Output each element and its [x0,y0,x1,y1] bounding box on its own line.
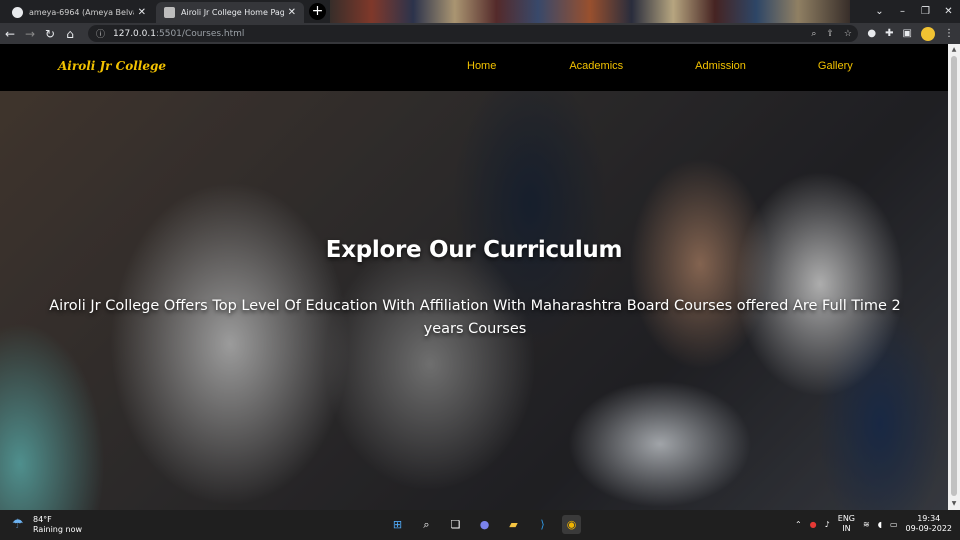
menu-icon[interactable]: ⋮ [944,28,954,39]
vscode-icon[interactable]: ⟩ [533,515,552,534]
profile-avatar[interactable] [921,26,935,41]
nav-link-gallery[interactable]: Gallery [818,60,853,72]
region-code: IN [842,524,851,533]
site-navbar: Airoli Jr College Home Academics Admissi… [0,44,948,91]
forward-icon[interactable]: → [20,24,40,44]
browser-tab-strip: ameya-6964 (Ameya Belvalkar) ✕ Airoli Jr… [0,0,960,23]
omnibox-actions: ⌕ ⇪ ☆ [811,25,852,42]
restore-icon[interactable]: ❐ [914,0,937,23]
url-path: :5501/Courses.html [155,28,245,39]
window-controls: ⌄ – ❐ ✕ [868,0,960,23]
url-host: 127.0.0.1 [113,28,156,39]
windows-start-icon[interactable]: ⊞ [388,515,407,534]
puzzle-icon[interactable]: ✚ [885,28,893,39]
hero-overlay [0,44,948,510]
language-indicator[interactable]: ENG IN [838,514,855,534]
extensions-area: ● ✚ ▣ ⋮ [867,23,954,44]
reload-icon[interactable]: ↻ [40,24,60,44]
system-tray: ⌃ ● ♪ ENG IN ≋ ◖ ▭ 19:34 09-09-2022 [795,514,952,534]
clock[interactable]: 19:34 09-09-2022 [906,514,953,534]
clock-date: 09-09-2022 [905,524,953,533]
site-nav-links: Home Academics Admission Gallery [458,60,853,72]
bookmark-star-icon[interactable]: ☆ [844,29,852,39]
tray-expand-icon[interactable]: ⌃ [795,520,802,529]
tab-search-icon[interactable]: ⌄ [868,0,891,23]
taskbar-apps: ⊞ ⌕ ❏ ● ▰ ⟩ ◉ [388,515,581,534]
scroll-thumb[interactable] [951,56,957,496]
share-icon[interactable]: ⇪ [826,29,834,39]
rain-umbrella-icon: ☂ [12,517,24,532]
chat-icon[interactable]: ● [475,515,494,534]
browser-toolbar: ← → ↻ ⌂ ⓘ 127.0.0.1 :5501/Courses.html ⌕… [0,23,960,44]
search-icon[interactable]: ⌕ [417,515,436,534]
microphone-icon[interactable]: ♪ [825,520,830,529]
hero-subtitle: Airoli Jr College Offers Top Level Of Ed… [49,298,901,337]
weather-widget[interactable]: ☂ 84°F Raining now [12,515,82,535]
weather-temperature: 84°F [33,515,52,524]
github-icon [12,7,23,18]
wifi-icon[interactable]: ≋ [863,520,870,529]
back-icon[interactable]: ← [0,24,20,44]
scroll-down-icon[interactable]: ▼ [950,500,958,508]
zoom-icon[interactable]: ⌕ [811,29,816,39]
nav-link-admission[interactable]: Admission [695,60,746,72]
home-icon[interactable]: ⌂ [60,24,80,44]
close-window-icon[interactable]: ✕ [937,0,960,23]
new-tab-button[interactable]: + [309,3,326,20]
file-explorer-icon[interactable]: ▰ [504,515,523,534]
scroll-up-icon[interactable]: ▲ [950,46,958,54]
side-panel-icon[interactable]: ▣ [903,28,912,39]
extension-icon[interactable]: ● [867,28,876,39]
web-page: Airoli Jr College Home Academics Admissi… [0,44,948,510]
close-icon[interactable]: ✕ [138,7,146,18]
address-bar[interactable]: ⓘ 127.0.0.1 :5501/Courses.html ⌕ ⇪ ☆ [88,25,858,42]
lang-code: ENG [837,514,856,523]
hero-title: Explore Our Curriculum [325,237,623,263]
tab-college-home[interactable]: Airoli Jr College Home Page ✕ [156,2,304,23]
clock-time: 19:34 [917,514,941,523]
nav-link-academics[interactable]: Academics [569,60,623,72]
tab-github[interactable]: ameya-6964 (Ameya Belvalkar) ✕ [4,2,154,23]
browser-theme-art [330,0,850,23]
os-taskbar: ☂ 84°F Raining now ⊞ ⌕ ❏ ● ▰ ⟩ ◉ ⌃ ● ♪ E… [0,510,960,540]
tab-title: ameya-6964 (Ameya Belvalkar) [29,8,134,17]
page-icon [164,7,175,18]
task-view-icon[interactable]: ❏ [446,515,465,534]
site-logo[interactable]: Airoli Jr College [58,59,166,73]
minimize-icon[interactable]: – [891,0,914,23]
site-info-icon[interactable]: ⓘ [96,27,105,40]
nav-link-home[interactable]: Home [467,60,496,72]
tab-title: Airoli Jr College Home Page [181,8,284,17]
chrome-icon[interactable]: ◉ [562,515,581,534]
battery-icon[interactable]: ▭ [890,520,898,529]
recording-icon[interactable]: ● [810,520,817,529]
volume-icon[interactable]: ◖ [878,520,882,529]
weather-condition: Raining now [33,525,82,534]
close-icon[interactable]: ✕ [288,7,296,18]
page-scrollbar[interactable]: ▲ ▼ [948,44,960,510]
